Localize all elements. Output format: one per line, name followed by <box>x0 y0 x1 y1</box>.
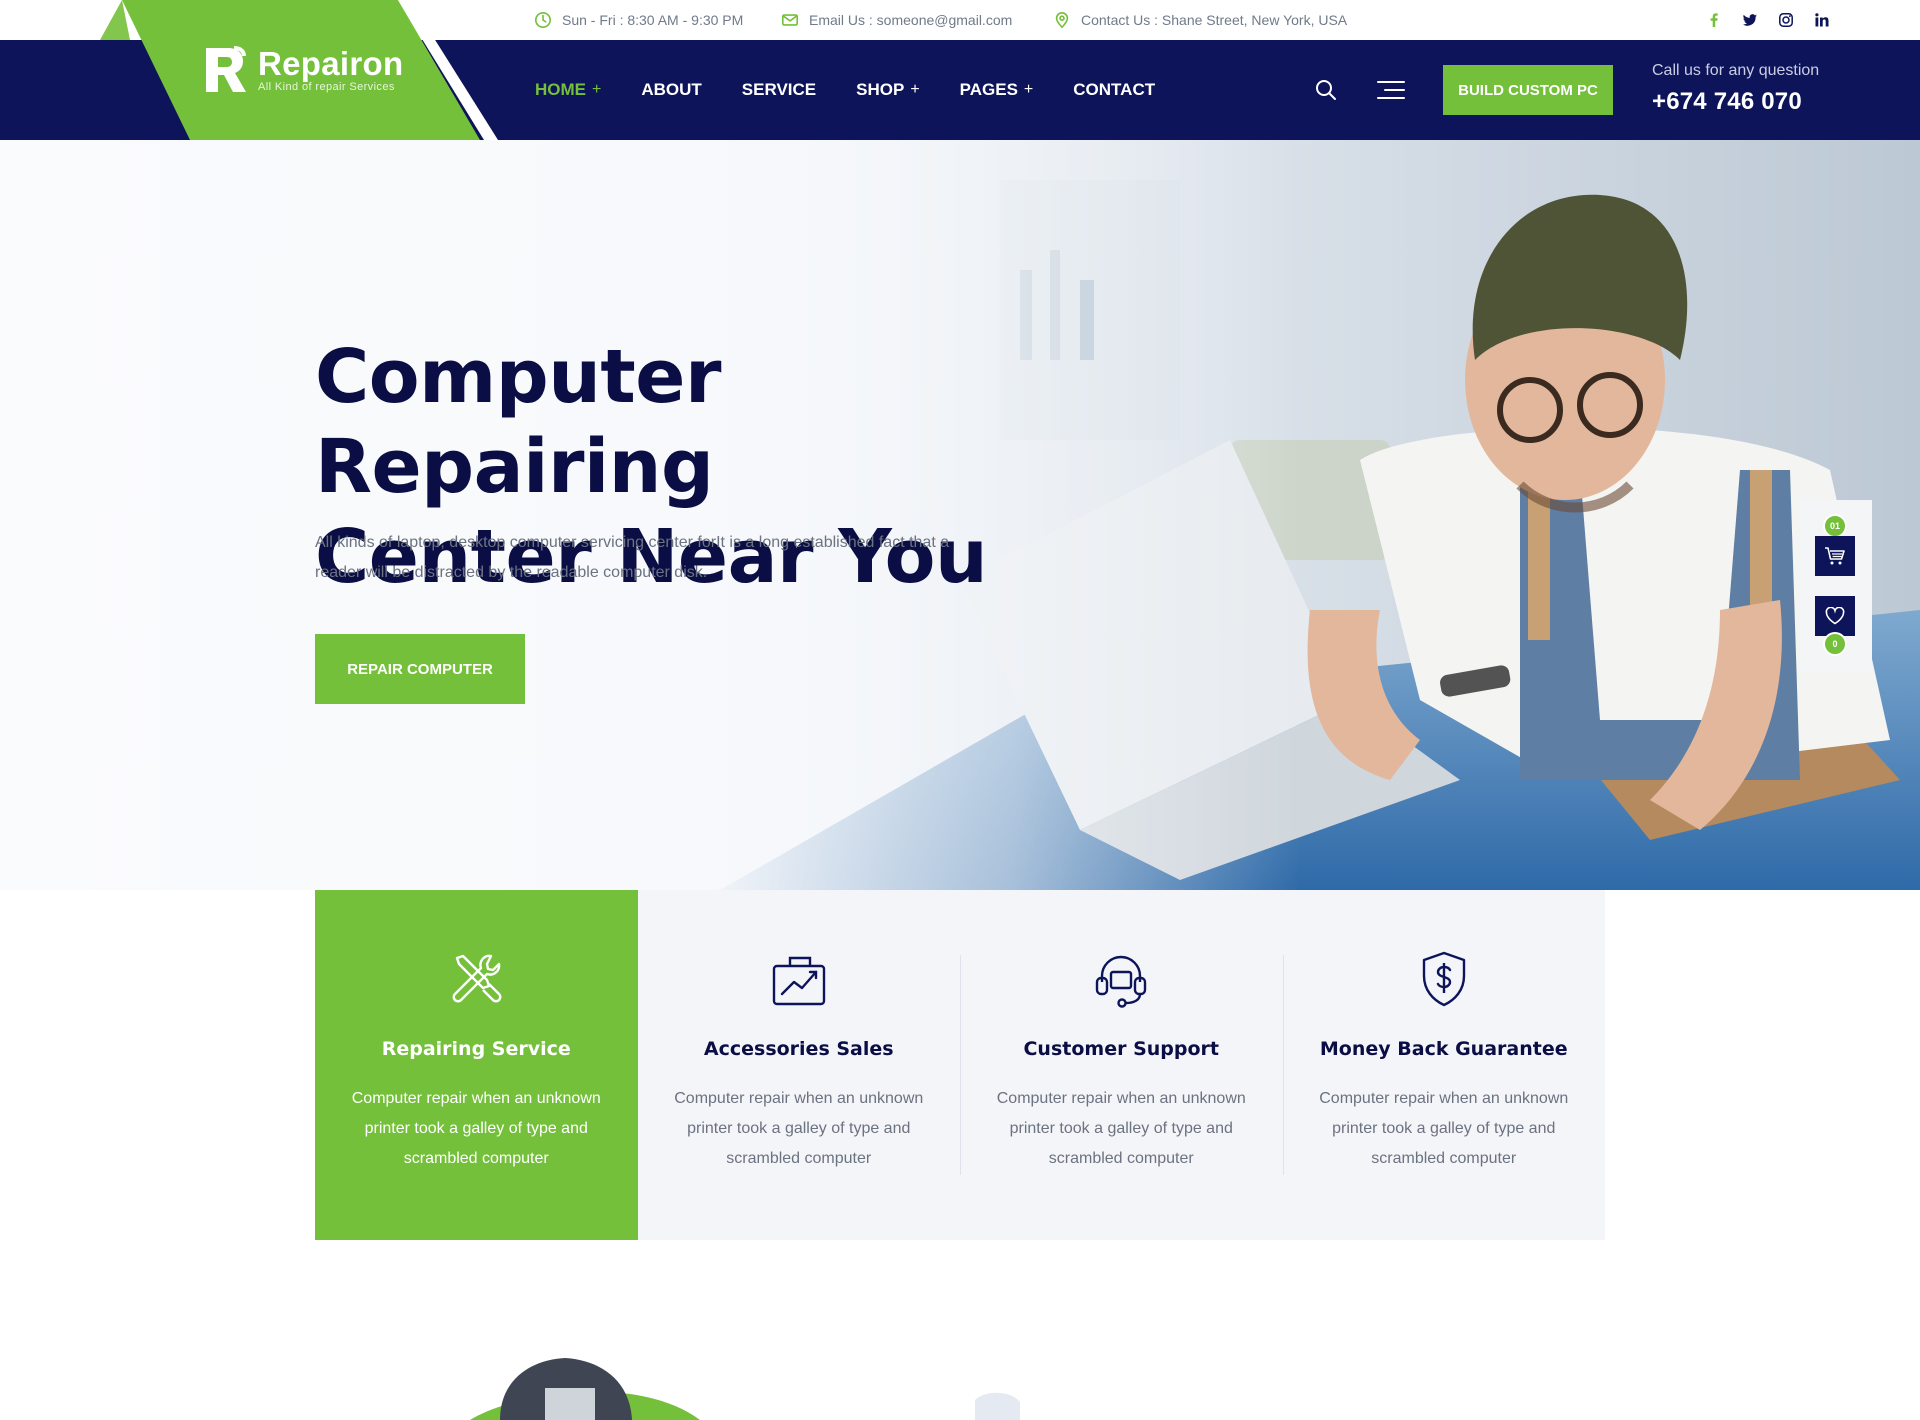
shield-dollar-icon <box>1422 951 1465 1007</box>
hero-title-line-1: Computer Repairing <box>315 334 721 510</box>
hero-section: Computer Repairing Center Near You All k… <box>0 140 1920 890</box>
build-custom-pc-button[interactable]: BUILD CUSTOM PC <box>1443 65 1613 115</box>
repair-computer-button[interactable]: REPAIR COMPUTER <box>315 634 525 704</box>
nav-item-label: SHOP <box>856 80 905 99</box>
feature-card-accessories[interactable]: Accessories Sales Computer repair when a… <box>638 890 961 1240</box>
envelope-icon <box>781 14 799 26</box>
call-number[interactable]: +674 746 070 <box>1652 88 1819 116</box>
chart-box-icon <box>772 956 825 1006</box>
nav-item-label: SERVICE <box>741 80 817 99</box>
brand-tagline: All Kind of repair Services <box>258 81 395 93</box>
twitter-icon[interactable] <box>1742 12 1758 28</box>
cart-count-badge: 01 <box>1823 514 1847 538</box>
feature-card-support[interactable]: Customer Support Computer repair when an… <box>960 890 1283 1240</box>
feature-card-repairing[interactable]: Repairing Service Computer repair when a… <box>315 890 638 1240</box>
feature-title: Customer Support <box>1023 1038 1219 1060</box>
hours-text: Sun - Fri : 8:30 AM - 9:30 PM <box>562 12 744 28</box>
instagram-icon[interactable] <box>1778 12 1794 28</box>
logo-mark-icon <box>206 46 246 92</box>
nav-item-pages[interactable]: PAGES + <box>960 80 1034 100</box>
feature-text: Computer repair when an unknown printer … <box>996 1090 1246 1167</box>
nav-item-home[interactable]: HOME + <box>535 80 601 100</box>
feature-divider <box>960 955 961 1175</box>
email-info[interactable]: Email Us : someone@gmail.com <box>781 0 1012 40</box>
nav-item-service[interactable]: SERVICE <box>742 80 816 100</box>
nav-item-shop[interactable]: SHOP + <box>856 80 920 100</box>
feature-card-money-back[interactable]: Money Back Guarantee Computer repair whe… <box>1282 890 1606 1240</box>
call-label: Call us for any question <box>1652 62 1820 79</box>
nav-item-label: PAGES <box>959 80 1018 99</box>
email-text[interactable]: Email Us : someone@gmail.com <box>809 12 1012 28</box>
hours-info: Sun - Fri : 8:30 AM - 9:30 PM <box>534 0 743 40</box>
plus-icon: + <box>1023 81 1034 98</box>
feature-text: Computer repair when an unknown printer … <box>351 1090 601 1167</box>
feature-text: Computer repair when an unknown printer … <box>674 1090 924 1167</box>
brand-name: Repairon <box>258 45 404 82</box>
social-links <box>1706 0 1830 40</box>
nav-item-about[interactable]: ABOUT <box>641 80 701 100</box>
address-text: Contact Us : Shane Street, New York, USA <box>1081 12 1348 28</box>
wishlist-count-badge: 0 <box>1823 632 1847 656</box>
feature-title: Accessories Sales <box>703 1038 894 1060</box>
nav-item-label: ABOUT <box>641 80 702 99</box>
hamburger-menu-icon[interactable] <box>1377 80 1405 100</box>
call-block: Call us for any question +674 746 070 <box>1652 62 1819 116</box>
nav-item-contact[interactable]: CONTACT <box>1073 80 1155 100</box>
nav-menu: HOME + ABOUT SERVICE SHOP + PAGES + CONTACT <box>535 40 1155 140</box>
about-section-image <box>470 1358 1020 1420</box>
plus-icon: + <box>592 81 602 98</box>
wishlist-button[interactable] <box>1815 596 1855 636</box>
heart-icon <box>1825 607 1845 625</box>
cart-button[interactable] <box>1815 536 1855 576</box>
feature-title: Repairing Service <box>381 1038 571 1060</box>
nav-item-label: CONTACT <box>1073 80 1156 99</box>
tools-icon <box>452 954 502 1003</box>
headset-icon <box>1096 955 1147 1008</box>
feature-text: Computer repair when an unknown printer … <box>1319 1090 1569 1167</box>
plus-icon: + <box>910 81 920 98</box>
hero-description: All kinds of laptop, desktop computer se… <box>315 534 950 581</box>
next-section-preview <box>0 1240 1920 1420</box>
nav-item-label: HOME <box>535 80 586 99</box>
side-cart-widget: 01 0 <box>1800 500 1872 672</box>
clock-icon <box>534 11 552 29</box>
search-icon[interactable] <box>1314 78 1338 102</box>
feature-divider <box>1282 955 1284 1175</box>
logo-area: Repairon All Kind of repair Services <box>0 0 500 140</box>
features-strip: Repairing Service Computer repair when a… <box>315 890 1605 1240</box>
linkedin-icon[interactable] <box>1814 12 1830 28</box>
map-pin-icon <box>1055 12 1069 29</box>
cart-icon <box>1825 547 1845 565</box>
brand-logo[interactable]: Repairon All Kind of repair Services <box>204 44 403 96</box>
facebook-icon[interactable] <box>1706 12 1722 28</box>
address-info: Contact Us : Shane Street, New York, USA <box>1053 0 1347 40</box>
feature-title: Money Back Guarantee <box>1319 1038 1568 1060</box>
